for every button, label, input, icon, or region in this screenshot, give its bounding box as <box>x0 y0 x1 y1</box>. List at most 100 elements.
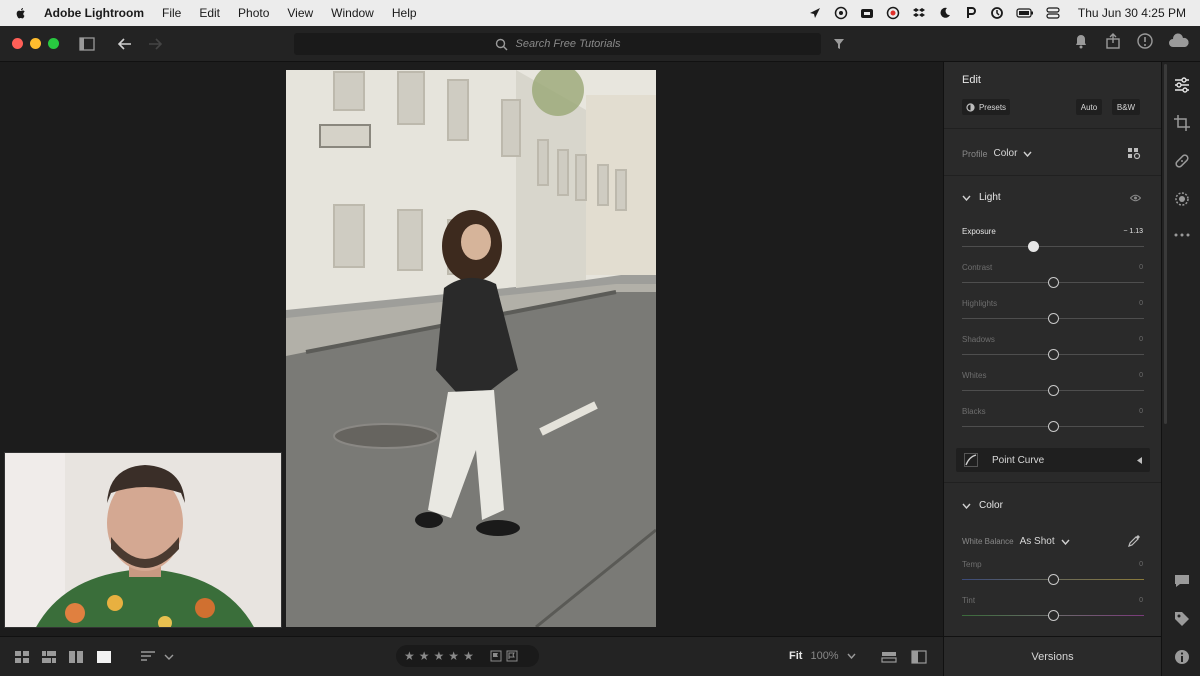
square-grid-icon[interactable] <box>14 650 30 664</box>
apple-icon[interactable] <box>14 6 28 20</box>
moon-icon[interactable] <box>938 6 952 20</box>
fit-button[interactable]: Fit <box>789 650 802 662</box>
app-name[interactable]: Adobe Lightroom <box>44 6 144 20</box>
tag-icon[interactable] <box>1173 610 1191 628</box>
sidebar-toggle-button[interactable] <box>75 32 99 56</box>
flag-pick-icon[interactable] <box>490 650 502 662</box>
profile-dropdown[interactable]: Color <box>994 148 1018 159</box>
presets-button[interactable]: Presets <box>962 99 1010 115</box>
white-balance-dropdown[interactable]: As Shot <box>1020 536 1055 547</box>
webcam-overlay <box>4 452 282 628</box>
bell-icon[interactable] <box>1072 32 1090 50</box>
whites-slider-thumb[interactable] <box>1048 385 1059 396</box>
more-icon[interactable] <box>1173 226 1191 244</box>
dropbox-icon[interactable] <box>912 6 926 20</box>
auto-button[interactable]: Auto <box>1076 99 1102 115</box>
star-icon[interactable]: ★ <box>404 649 415 663</box>
control-center-icon[interactable] <box>1046 6 1060 20</box>
minimize-window-button[interactable] <box>30 38 41 49</box>
search-box[interactable]: Search Free Tutorials <box>294 33 821 55</box>
whites-value[interactable]: 0 <box>1139 372 1143 379</box>
highlights-value[interactable]: 0 <box>1139 300 1143 307</box>
compare-icon[interactable] <box>881 650 897 664</box>
filter-button[interactable] <box>827 32 851 56</box>
versions-button[interactable]: Versions <box>943 636 1161 676</box>
chevron-down-icon[interactable] <box>847 653 856 659</box>
shadows-value[interactable]: 0 <box>1139 336 1143 343</box>
camera-icon[interactable] <box>860 6 874 20</box>
back-button[interactable] <box>113 32 137 56</box>
record-icon[interactable] <box>886 6 900 20</box>
help-icon[interactable] <box>1136 32 1154 50</box>
point-curve-row[interactable]: Point Curve <box>956 448 1150 472</box>
search-placeholder: Search Free Tutorials <box>515 38 621 50</box>
chevron-down-icon[interactable] <box>164 650 174 664</box>
share-icon[interactable] <box>1104 32 1122 50</box>
menu-view[interactable]: View <box>287 6 313 20</box>
menu-help[interactable]: Help <box>392 6 417 20</box>
bw-button[interactable]: B&W <box>1112 99 1140 115</box>
cloud-icon[interactable] <box>1168 32 1190 50</box>
contrast-value[interactable]: 0 <box>1139 264 1143 271</box>
exposure-slider-thumb[interactable] <box>1028 241 1039 252</box>
parking-icon[interactable] <box>964 6 978 20</box>
temp-value[interactable]: 0 <box>1139 561 1143 568</box>
tint-value[interactable]: 0 <box>1139 597 1143 604</box>
filmstrip-icon[interactable] <box>68 650 84 664</box>
location-icon[interactable] <box>808 6 822 20</box>
eyedropper-icon[interactable] <box>1128 534 1141 547</box>
filter-icon <box>834 39 844 49</box>
photo-canvas[interactable] <box>0 62 943 636</box>
panel-scrollbar[interactable] <box>1164 64 1167 424</box>
healing-brush-icon[interactable] <box>1173 152 1191 170</box>
eye-icon[interactable] <box>1130 194 1141 202</box>
tint-slider-thumb[interactable] <box>1048 610 1059 621</box>
contrast-slider-thumb[interactable] <box>1048 277 1059 288</box>
menu-edit[interactable]: Edit <box>199 6 220 20</box>
profile-browser-icon[interactable] <box>1128 148 1141 160</box>
before-after-icon[interactable] <box>911 650 927 664</box>
exposure-track[interactable] <box>962 246 1144 247</box>
caret-left-icon <box>1137 456 1142 464</box>
flag-reject-icon[interactable] <box>506 650 518 662</box>
zoom-window-button[interactable] <box>48 38 59 49</box>
exposure-value[interactable]: − 1.13 <box>1123 228 1143 235</box>
comment-icon[interactable] <box>1173 572 1191 590</box>
crop-icon[interactable] <box>1173 114 1191 132</box>
photo-grid-icon[interactable] <box>41 650 57 664</box>
creative-cloud-icon[interactable] <box>834 6 848 20</box>
zoom-level[interactable]: 100% <box>810 650 838 662</box>
tool-rail <box>1161 62 1200 676</box>
star-icon[interactable]: ★ <box>434 649 445 663</box>
sort-icon[interactable] <box>140 650 156 664</box>
close-window-button[interactable] <box>12 38 23 49</box>
rating-control[interactable]: ★ ★ ★ ★ ★ <box>396 645 539 667</box>
edit-sliders-icon[interactable] <box>1173 76 1191 94</box>
color-section-header[interactable]: Color <box>962 500 1003 511</box>
temp-slider-thumb[interactable] <box>1048 574 1059 585</box>
shadows-slider-thumb[interactable] <box>1048 349 1059 360</box>
shadows-label: Shadows <box>962 335 995 344</box>
star-icon[interactable]: ★ <box>448 649 459 663</box>
menu-file[interactable]: File <box>162 6 181 20</box>
blacks-slider-thumb[interactable] <box>1048 421 1059 432</box>
battery-icon[interactable] <box>1016 6 1034 20</box>
forward-button[interactable] <box>143 32 167 56</box>
light-section-header[interactable]: Light <box>962 192 1001 203</box>
highlights-slider-thumb[interactable] <box>1048 313 1059 324</box>
sync-icon[interactable] <box>990 6 1004 20</box>
photo-preview[interactable] <box>286 70 656 627</box>
detail-view-icon[interactable] <box>96 650 112 664</box>
blacks-label: Blacks <box>962 407 986 416</box>
chevron-down-icon[interactable] <box>1023 151 1032 157</box>
blacks-value[interactable]: 0 <box>1139 408 1143 415</box>
menubar-clock[interactable]: Thu Jun 30 4:25 PM <box>1078 6 1186 20</box>
menu-window[interactable]: Window <box>331 6 374 20</box>
menu-photo[interactable]: Photo <box>238 6 269 20</box>
star-icon[interactable]: ★ <box>419 649 430 663</box>
chevron-down-icon[interactable] <box>1061 539 1070 545</box>
white-balance-label: White Balance <box>962 537 1014 546</box>
masking-icon[interactable] <box>1173 190 1191 208</box>
star-icon[interactable]: ★ <box>463 649 474 663</box>
info-icon[interactable] <box>1173 648 1191 666</box>
